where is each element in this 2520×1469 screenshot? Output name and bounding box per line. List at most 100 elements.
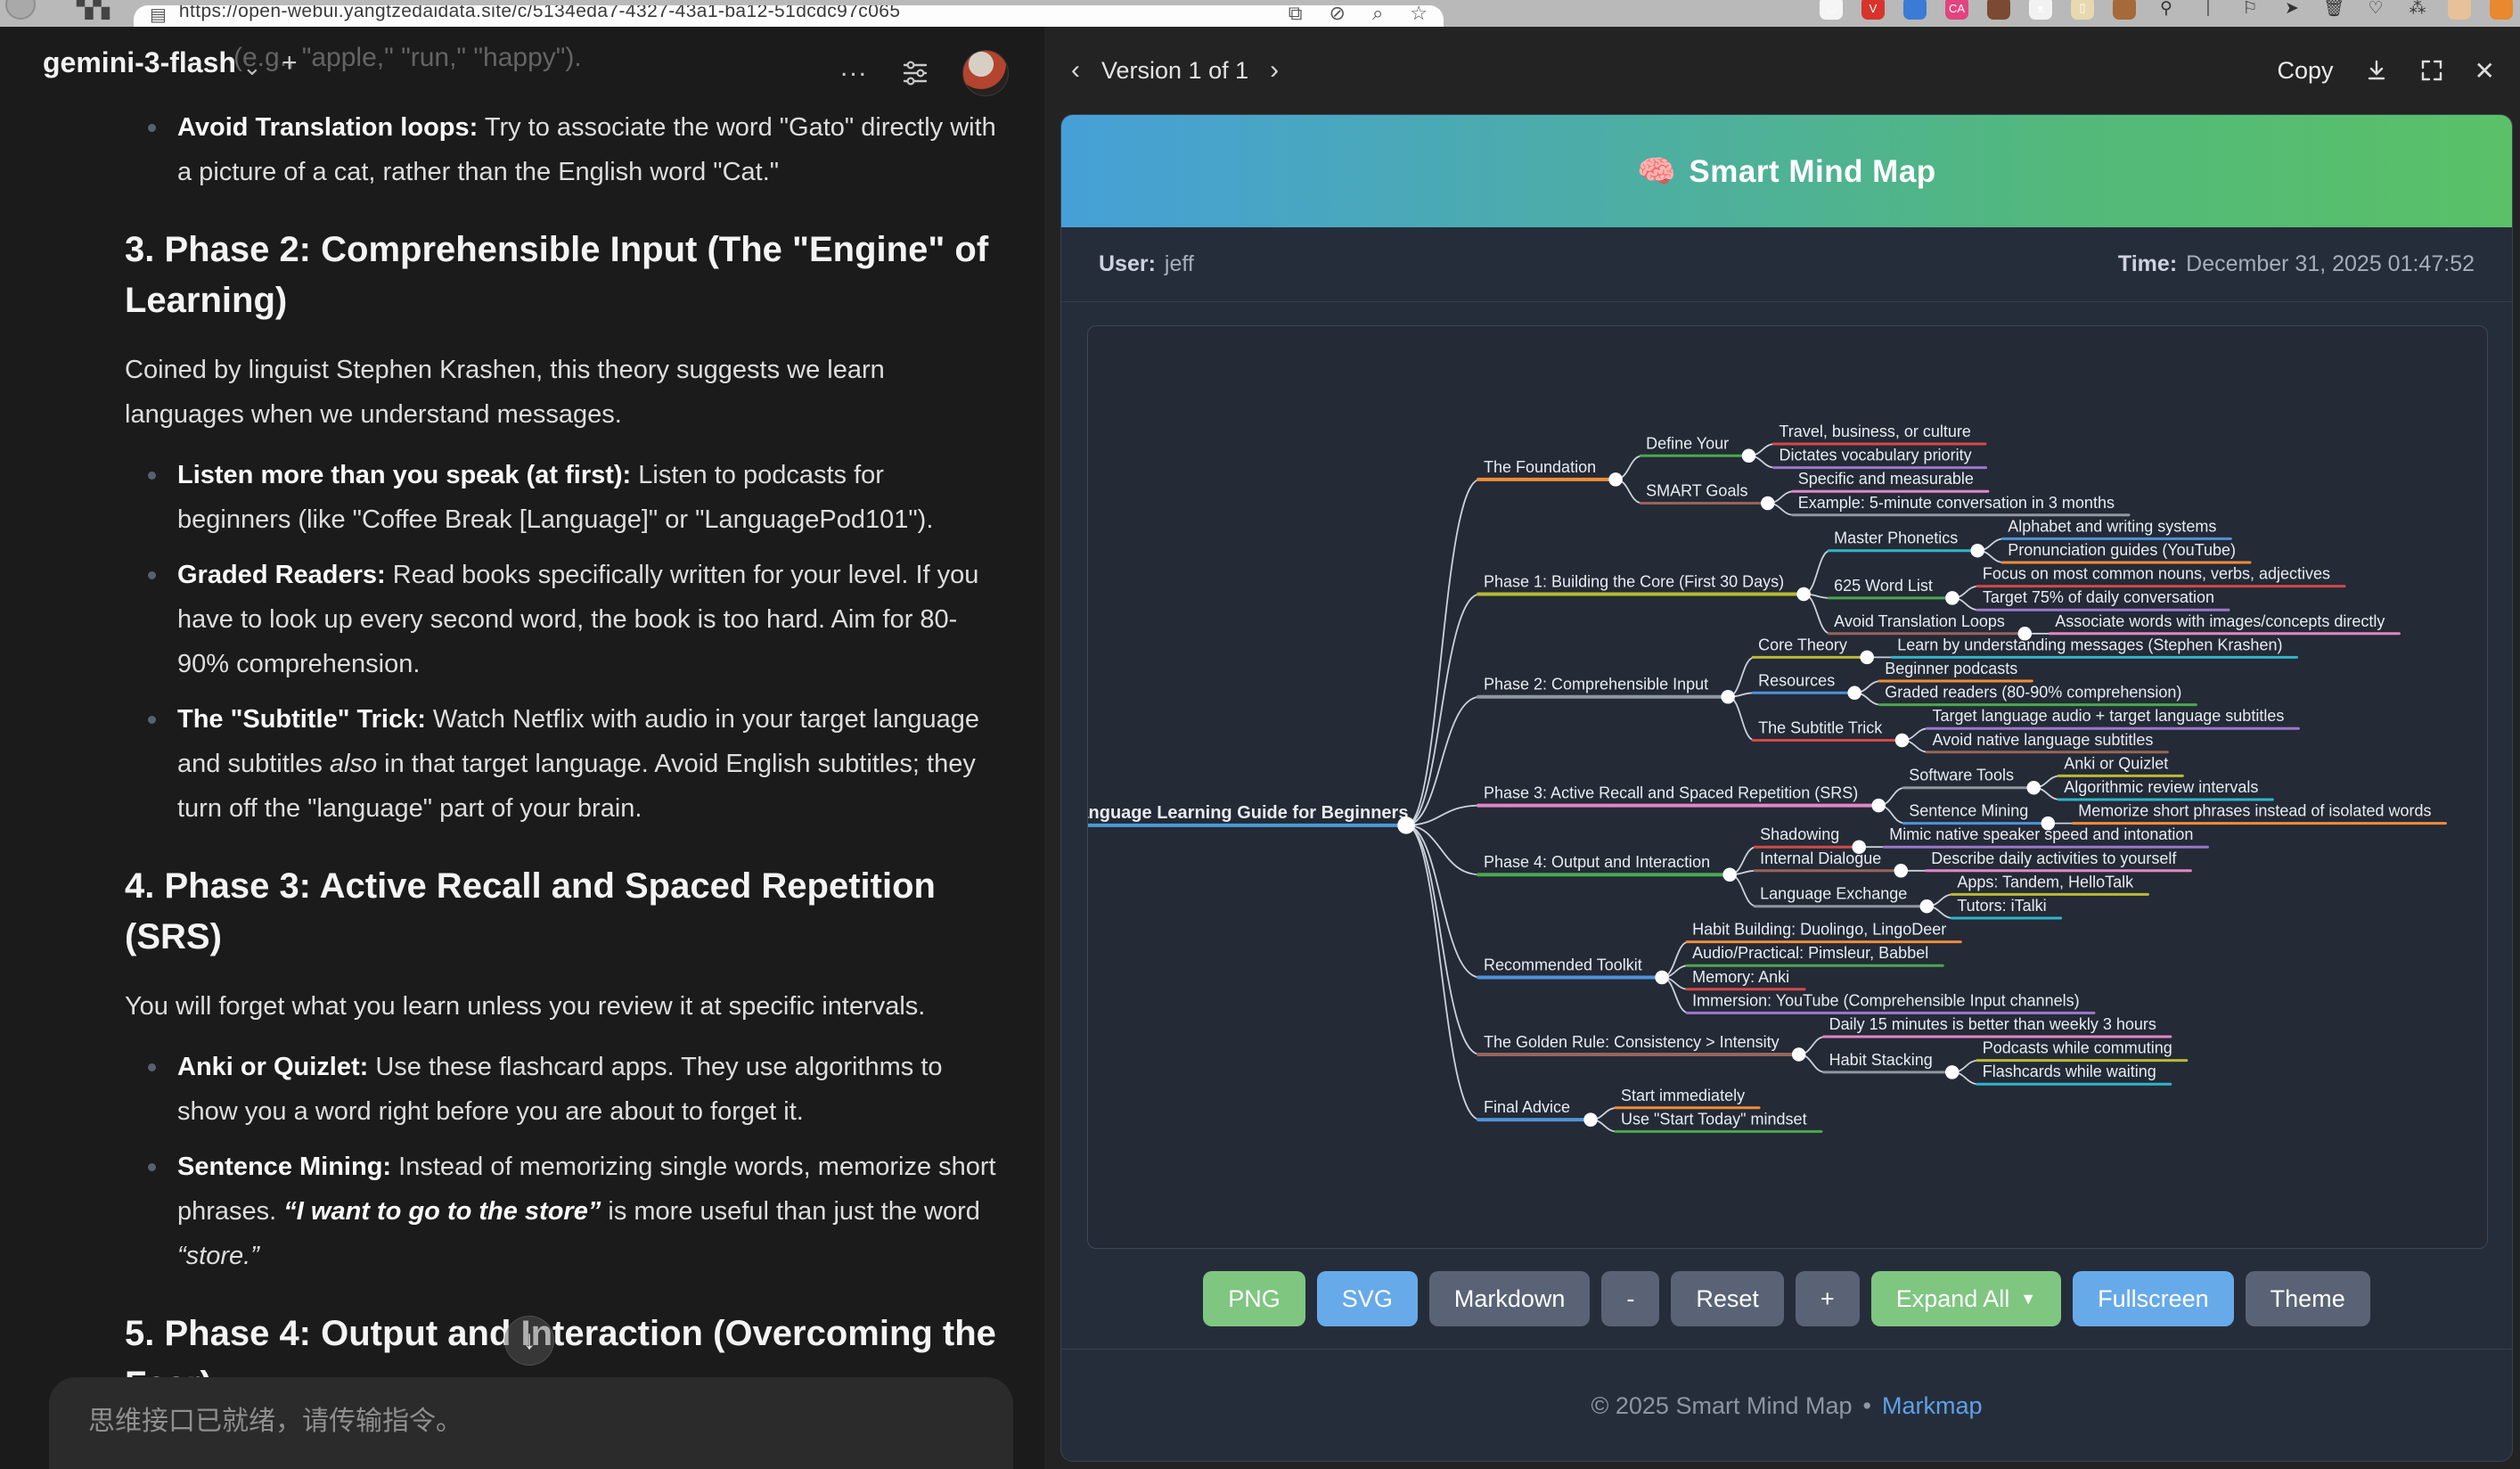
mindmap-node[interactable]: The Foundation <box>1478 458 1622 486</box>
address-bar-icon[interactable]: ⊘ <box>1330 5 1346 25</box>
svg-button[interactable]: SVG <box>1317 1271 1418 1326</box>
mindmap-collapse-circle[interactable] <box>1861 651 1873 663</box>
controls-sliders-icon[interactable] <box>900 58 930 88</box>
chevron-down-icon[interactable]: ⌄ <box>242 53 262 81</box>
extension-icon[interactable]: ◡ <box>1820 0 1843 20</box>
mindmap-collapse-circle[interactable] <box>1398 817 1414 833</box>
mindmap-node[interactable]: Immersion: YouTube (Comprehensible Input… <box>1687 991 2094 1013</box>
extension-icon[interactable]: V <box>1861 0 1885 20</box>
mindmap-collapse-circle[interactable] <box>1894 865 1907 877</box>
reload-icon[interactable] <box>5 0 36 20</box>
mindmap-node[interactable]: Algorithmic review intervals <box>2058 778 2272 800</box>
scroll-to-bottom-button[interactable]: ↓ <box>504 1316 554 1366</box>
extension-icon[interactable] <box>2490 0 2513 20</box>
mindmap-node[interactable]: Alphabet and writing systems <box>2002 517 2230 538</box>
mindmap-collapse-circle[interactable] <box>1848 686 1861 699</box>
mindmap-node[interactable]: Habit Building: Duolingo, LingoDeer <box>1687 921 1960 942</box>
extension-icon[interactable]: ➤ <box>2280 0 2303 20</box>
mindmap-collapse-circle[interactable] <box>1872 800 1885 812</box>
address-bar-icon[interactable]: ☆ <box>1410 5 1428 25</box>
version-next-icon[interactable]: › <box>1266 55 1282 86</box>
chat-input[interactable] <box>49 1377 1013 1469</box>
mindmap-node[interactable]: Core Theory <box>1753 636 1873 663</box>
mindmap-node[interactable]: Phase 4: Output and Interaction <box>1478 853 1736 881</box>
mindmap-collapse-circle[interactable] <box>1722 691 1734 703</box>
mindmap-node[interactable]: Daily 15 minutes is better than weekly 3… <box>1824 1015 2171 1037</box>
more-options-icon[interactable]: ... <box>840 53 868 83</box>
mindmap-collapse-circle[interactable] <box>1797 587 1810 600</box>
mindmap-collapse-circle[interactable] <box>2027 782 2040 794</box>
mindmap-node[interactable]: The Golden Rule: Consistency > Intensity <box>1478 1033 1805 1061</box>
extension-icon[interactable]: | <box>2197 0 2220 20</box>
model-selector[interactable]: gemini-3-flash <box>43 46 236 79</box>
mindmap-node[interactable]: Describe daily activities to yourself <box>1926 849 2190 871</box>
expand-all-button[interactable]: Expand All▼ <box>1871 1271 2061 1326</box>
extension-icon[interactable]: 🗑 <box>2322 0 2345 20</box>
mindmap-node[interactable]: Final Advice <box>1478 1098 1597 1126</box>
extension-icon[interactable]: CA <box>1945 0 1968 20</box>
mindmap-node[interactable]: Master Phonetics <box>1829 529 1984 557</box>
mindmap-node[interactable]: Learn by understanding messages (Stephen… <box>1892 636 2296 657</box>
extension-icon[interactable]: ⚲ <box>2155 0 2178 20</box>
extension-icon[interactable]: ▯ <box>2071 0 2094 20</box>
mindmap-node[interactable]: Internal Dialogue <box>1755 849 1907 877</box>
mindmap-node[interactable]: Software Tools <box>1903 767 2040 794</box>
mindmap-node[interactable]: Resources <box>1753 671 1861 699</box>
mindmap-node[interactable]: Flashcards while waiting <box>1977 1063 2171 1084</box>
user-avatar[interactable] <box>962 50 1009 96</box>
mindmap-collapse-circle[interactable] <box>1609 473 1622 486</box>
mindmap-node[interactable]: The Subtitle Trick <box>1753 719 1908 747</box>
mindmap-node[interactable]: Dictates vocabulary priority <box>1773 447 1985 468</box>
mindmap-node[interactable]: Memory: Anki <box>1687 968 1804 989</box>
mindmap-node[interactable]: Use "Start Today" mindset <box>1616 1110 1821 1131</box>
mindmap-collapse-circle[interactable] <box>1742 449 1755 462</box>
expand-icon[interactable] <box>2419 58 2444 83</box>
new-chat-icon[interactable]: + <box>282 48 298 78</box>
mindmap-node[interactable]: Habit Stacking <box>1824 1051 1959 1079</box>
mindmap-collapse-circle[interactable] <box>1584 1113 1597 1126</box>
mindmap-collapse-circle[interactable] <box>1971 545 1984 557</box>
mindmap-node[interactable]: Target language audio + target language … <box>1927 707 2299 728</box>
mindmap-node[interactable]: Tutors: iTalki <box>1951 897 2060 918</box>
mindmap-node[interactable]: Graded readers (80-90% comprehension) <box>1879 684 2196 705</box>
mindmap-node[interactable]: Focus on most common nouns, verbs, adjec… <box>1977 565 2344 587</box>
mindmap-node[interactable]: Language Exchange <box>1755 885 1933 913</box>
mindmap-node[interactable]: Audio/Practical: Pimsleur, Babbel <box>1687 944 1943 965</box>
extension-icon[interactable] <box>1987 0 2010 20</box>
fullscreen-button[interactable]: Fullscreen <box>2073 1271 2234 1326</box>
mindmap-collapse-circle[interactable] <box>1946 592 1959 604</box>
address-bar[interactable]: ▤ https://open-webui.yangtzedaidata.site… <box>134 5 1444 27</box>
mindmap-node[interactable]: Define Your <box>1640 434 1755 462</box>
extension-icon[interactable]: ᴥ <box>2029 0 2052 20</box>
mindmap-collapse-circle[interactable] <box>1896 734 1909 747</box>
reset-button[interactable]: Reset <box>1671 1271 1784 1326</box>
tab-grid-icon[interactable]: ▚▚ <box>77 0 110 21</box>
--button[interactable]: - <box>1601 1271 1659 1326</box>
mindmap-node[interactable]: Beginner podcasts <box>1879 660 2032 681</box>
download-icon[interactable] <box>2364 58 2389 83</box>
mindmap-node[interactable]: Phase 2: Comprehensible Input <box>1478 676 1734 703</box>
extension-icon[interactable] <box>1903 0 1927 20</box>
address-bar-icon[interactable]: ⌕ <box>1372 5 1383 25</box>
mindmap-collapse-circle[interactable] <box>1762 497 1774 510</box>
markmap-link[interactable]: Markmap <box>1882 1392 1983 1420</box>
png-button[interactable]: PNG <box>1203 1271 1305 1326</box>
mindmap-node[interactable]: Pronunciation guides (YouTube) <box>2002 541 2250 562</box>
mindmap-node[interactable]: Avoid native language subtitles <box>1927 731 2168 752</box>
extension-icon[interactable] <box>2113 0 2136 20</box>
mindmap-node[interactable]: Anki or Quizlet <box>2058 754 2182 776</box>
extension-icon[interactable]: ♡ <box>2364 0 2387 20</box>
theme-button[interactable]: Theme <box>2246 1271 2370 1326</box>
mindmap-node[interactable]: Example: 5-minute conversation in 3 mont… <box>1793 494 2129 515</box>
mindmap-node[interactable]: Memorize short phrases instead of isolat… <box>2073 802 2445 824</box>
mindmap-node[interactable]: 625 Word List <box>1829 577 1959 604</box>
mindmap-node[interactable]: Target 75% of daily conversation <box>1977 588 2229 610</box>
markdown-button[interactable]: Markdown <box>1429 1271 1591 1326</box>
version-prev-icon[interactable]: ‹ <box>1068 55 1084 86</box>
mindmap-node[interactable]: Specific and measurable <box>1793 470 1988 491</box>
address-bar-icon[interactable]: ⧉ <box>1289 5 1303 25</box>
mindmap-collapse-circle[interactable] <box>1920 900 1933 913</box>
extension-icon[interactable]: ⁂ <box>2406 0 2429 20</box>
mindmap-collapse-circle[interactable] <box>1793 1048 1805 1061</box>
extension-icon[interactable]: ⚐ <box>2238 0 2262 20</box>
